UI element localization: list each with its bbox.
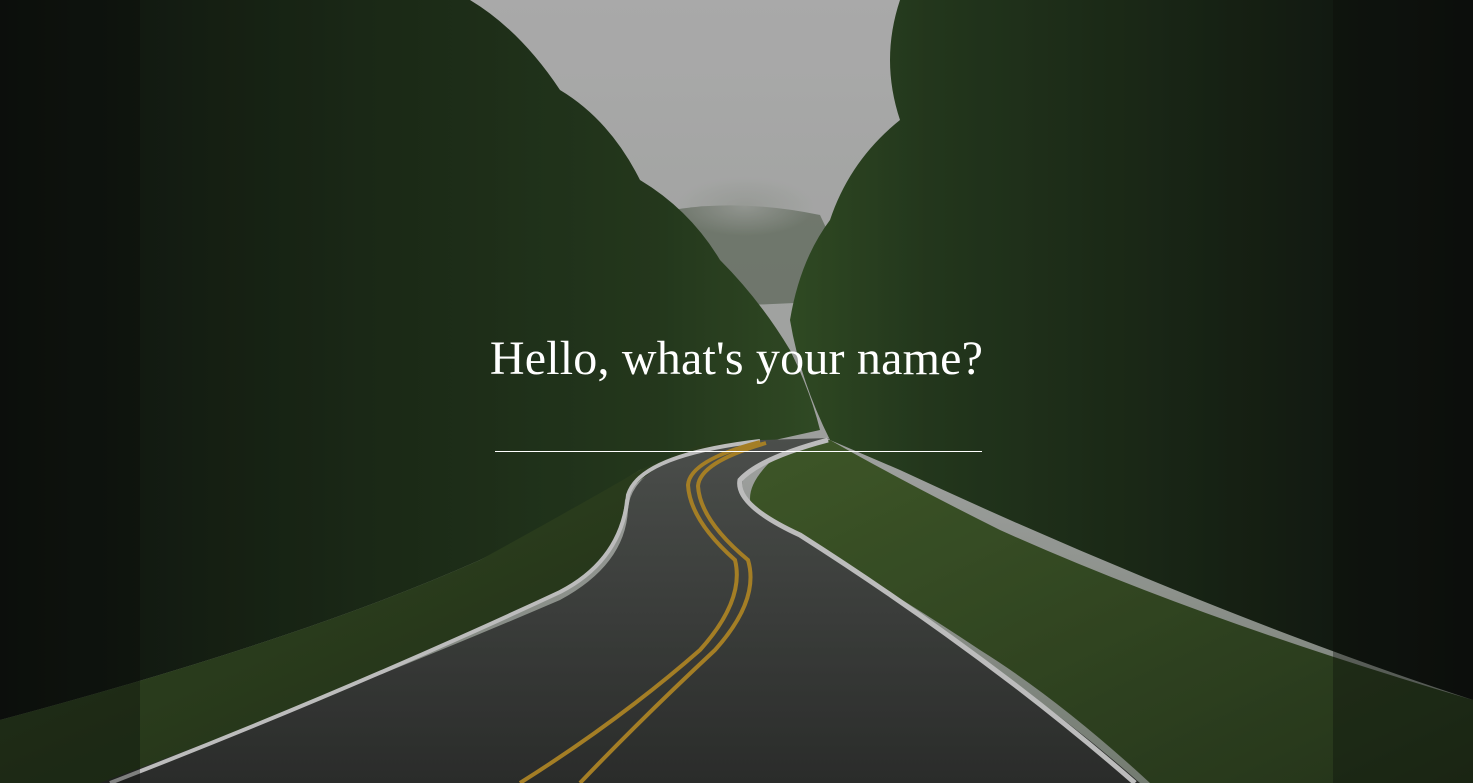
vignette-left: [0, 0, 140, 783]
greeting-question: Hello, what's your name?: [489, 332, 984, 385]
background-image: [0, 0, 1473, 783]
vignette-right: [1333, 0, 1473, 783]
page: Hello, what's your name?: [0, 0, 1473, 783]
name-input[interactable]: [495, 418, 982, 452]
